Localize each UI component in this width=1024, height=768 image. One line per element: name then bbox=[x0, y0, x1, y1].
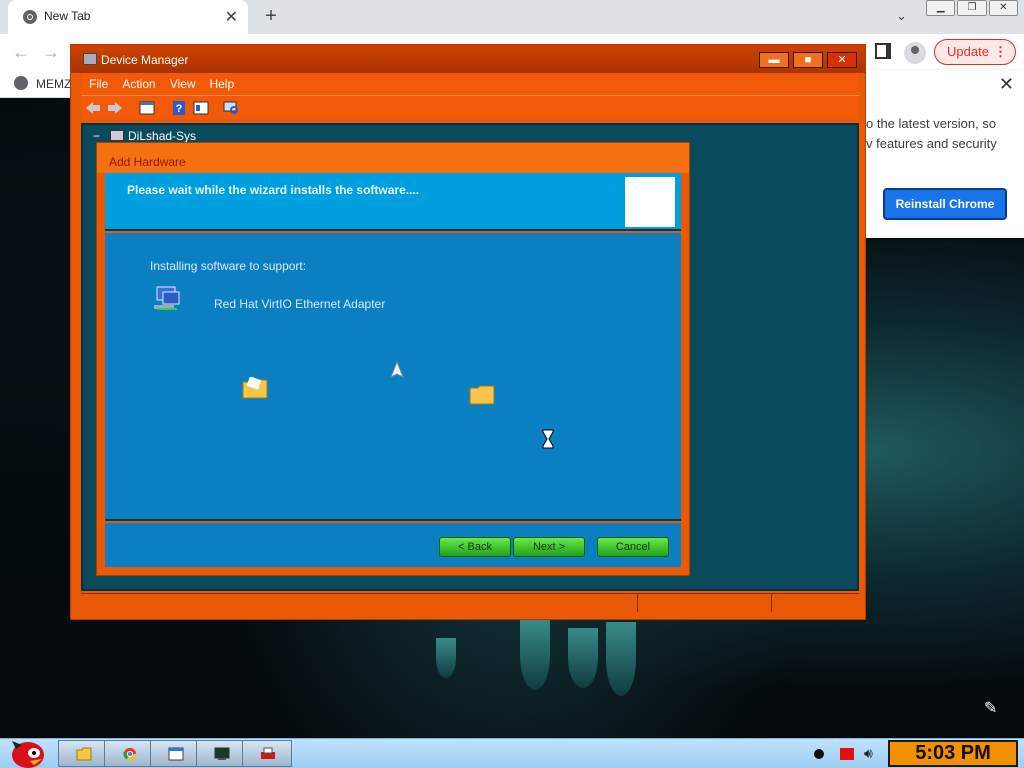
installing-label: Installing software to support: bbox=[150, 259, 307, 273]
side-panel-icon[interactable] bbox=[875, 43, 891, 59]
window-title: Device Manager bbox=[101, 53, 189, 67]
menu-file[interactable]: File bbox=[81, 73, 114, 91]
device-manager-toolbar: ? bbox=[81, 95, 859, 119]
status-divider bbox=[637, 594, 638, 612]
hourglass-icon bbox=[542, 429, 554, 449]
printer-icon bbox=[261, 747, 275, 759]
bookmark-memz[interactable]: MEMZ bbox=[14, 76, 71, 91]
reinstall-chrome-panel: ✕ o the latest version, so v features an… bbox=[866, 70, 1024, 238]
folder-icon bbox=[469, 385, 495, 405]
status-divider bbox=[771, 594, 772, 612]
console-tree-icon[interactable] bbox=[139, 101, 155, 115]
device-manager-icon bbox=[83, 53, 97, 65]
taskbar-printer[interactable] bbox=[242, 740, 292, 767]
chevron-down-icon[interactable]: ⌄ bbox=[896, 8, 907, 24]
device-name: Red Hat VirtIO Ethernet Adapter bbox=[214, 297, 386, 311]
reinstall-chrome-button[interactable]: Reinstall Chrome bbox=[883, 188, 1007, 220]
panel-message-line: o the latest version, so bbox=[866, 116, 997, 131]
folder-icon bbox=[76, 747, 92, 761]
taskbar-window[interactable] bbox=[150, 740, 200, 767]
wallpaper-tooth bbox=[568, 628, 598, 688]
chrome-icon bbox=[123, 747, 137, 761]
wizard-footer: < Back Next > Cancel bbox=[105, 523, 681, 567]
computer-icon bbox=[110, 130, 125, 141]
forward-arrow-icon[interactable] bbox=[107, 101, 123, 115]
wizard-logo bbox=[625, 177, 675, 227]
tray-record-icon[interactable] bbox=[814, 749, 824, 759]
globe-icon bbox=[14, 76, 28, 90]
back-button[interactable]: < Back bbox=[439, 537, 511, 557]
tree-expander[interactable]: − bbox=[93, 129, 100, 143]
taskbar-clock[interactable]: 5:03 PM bbox=[888, 740, 1018, 767]
edit-pencil-icon[interactable]: ✎ bbox=[984, 698, 997, 718]
close-icon[interactable]: ✕ bbox=[999, 74, 1014, 95]
taskbar: 🔊︎ 5:03 PM bbox=[0, 738, 1024, 768]
back-arrow-icon[interactable]: ← bbox=[12, 42, 30, 63]
speaker-icon[interactable]: 🔊︎ bbox=[864, 745, 873, 762]
close-button[interactable]: ✕ bbox=[827, 52, 857, 68]
wallpaper-tooth bbox=[436, 638, 456, 678]
wizard-header-text: Please wait while the wizard installs th… bbox=[127, 183, 420, 197]
next-button[interactable]: Next > bbox=[513, 537, 585, 557]
taskbar-device-manager[interactable] bbox=[196, 740, 246, 767]
menu-action[interactable]: Action bbox=[114, 73, 161, 91]
back-arrow-icon[interactable] bbox=[85, 101, 101, 115]
restore-button[interactable]: ❐ bbox=[957, 0, 987, 16]
tray-network-icon[interactable] bbox=[840, 748, 854, 760]
wallpaper-tooth bbox=[606, 622, 636, 696]
add-hardware-wizard: Add Hardware Please wait while the wizar… bbox=[96, 142, 690, 576]
profile-avatar-icon[interactable] bbox=[904, 42, 926, 64]
help-icon[interactable]: ? bbox=[171, 101, 187, 115]
tab-title: New Tab bbox=[44, 9, 91, 23]
menu-help[interactable]: Help bbox=[202, 73, 241, 91]
folder-icon bbox=[242, 377, 268, 399]
computer-name: DiLshad-Sys bbox=[128, 129, 197, 143]
bookmark-label: MEMZ bbox=[36, 77, 72, 91]
minimize-button[interactable]: ▬ bbox=[759, 52, 789, 68]
kebab-menu-icon: ⋮ bbox=[994, 44, 1007, 59]
tab-new-tab[interactable]: New Tab ✕ bbox=[8, 0, 248, 34]
menu-view[interactable]: View bbox=[162, 73, 202, 91]
wallpaper-tooth bbox=[520, 620, 550, 690]
update-button[interactable]: Update ⋮ bbox=[934, 39, 1016, 65]
panel-message: o the latest version, so v features and … bbox=[866, 114, 1016, 154]
update-label: Update bbox=[947, 44, 989, 59]
forward-arrow-icon[interactable]: → bbox=[42, 42, 60, 63]
tab-close-icon[interactable]: ✕ bbox=[225, 7, 238, 27]
browser-tabstrip: New Tab ✕ + ⌄ ▁ ❐ ✕ bbox=[0, 0, 1024, 34]
tree-root-node[interactable]: − DiLshad-Sys bbox=[93, 129, 196, 143]
wizard-header: Please wait while the wizard installs th… bbox=[105, 173, 681, 231]
browser-window-controls: ▁ ❐ ✕ bbox=[926, 0, 1018, 18]
panel-message-line: v features and security bbox=[866, 136, 997, 151]
status-bar bbox=[81, 593, 859, 612]
chrome-icon bbox=[23, 10, 37, 24]
properties-icon[interactable] bbox=[193, 101, 209, 115]
wizard-body: Installing software to support: Red Hat … bbox=[105, 233, 681, 521]
maximize-button[interactable]: ■ bbox=[793, 52, 823, 68]
cancel-button[interactable]: Cancel bbox=[597, 537, 669, 557]
start-button-bird-icon[interactable] bbox=[2, 731, 50, 768]
flying-document-icon bbox=[390, 361, 404, 379]
close-button[interactable]: ✕ bbox=[988, 0, 1018, 16]
window-icon bbox=[168, 747, 184, 761]
new-tab-button[interactable]: + bbox=[260, 5, 282, 28]
menu-bar: File Action View Help bbox=[81, 73, 859, 95]
wizard-titlebar[interactable]: Add Hardware bbox=[97, 143, 689, 173]
scan-hardware-icon[interactable] bbox=[223, 101, 239, 115]
minimize-button[interactable]: ▁ bbox=[926, 0, 956, 16]
taskbar-explorer[interactable] bbox=[58, 740, 108, 767]
terminal-icon bbox=[214, 747, 230, 760]
network-adapter-icon bbox=[154, 286, 180, 310]
taskbar-chrome[interactable] bbox=[104, 740, 154, 767]
device-manager-titlebar[interactable]: Device Manager ▬ ■ ✕ bbox=[71, 45, 865, 73]
wizard-title: Add Hardware bbox=[109, 155, 186, 169]
svg-text:?: ? bbox=[176, 103, 183, 115]
